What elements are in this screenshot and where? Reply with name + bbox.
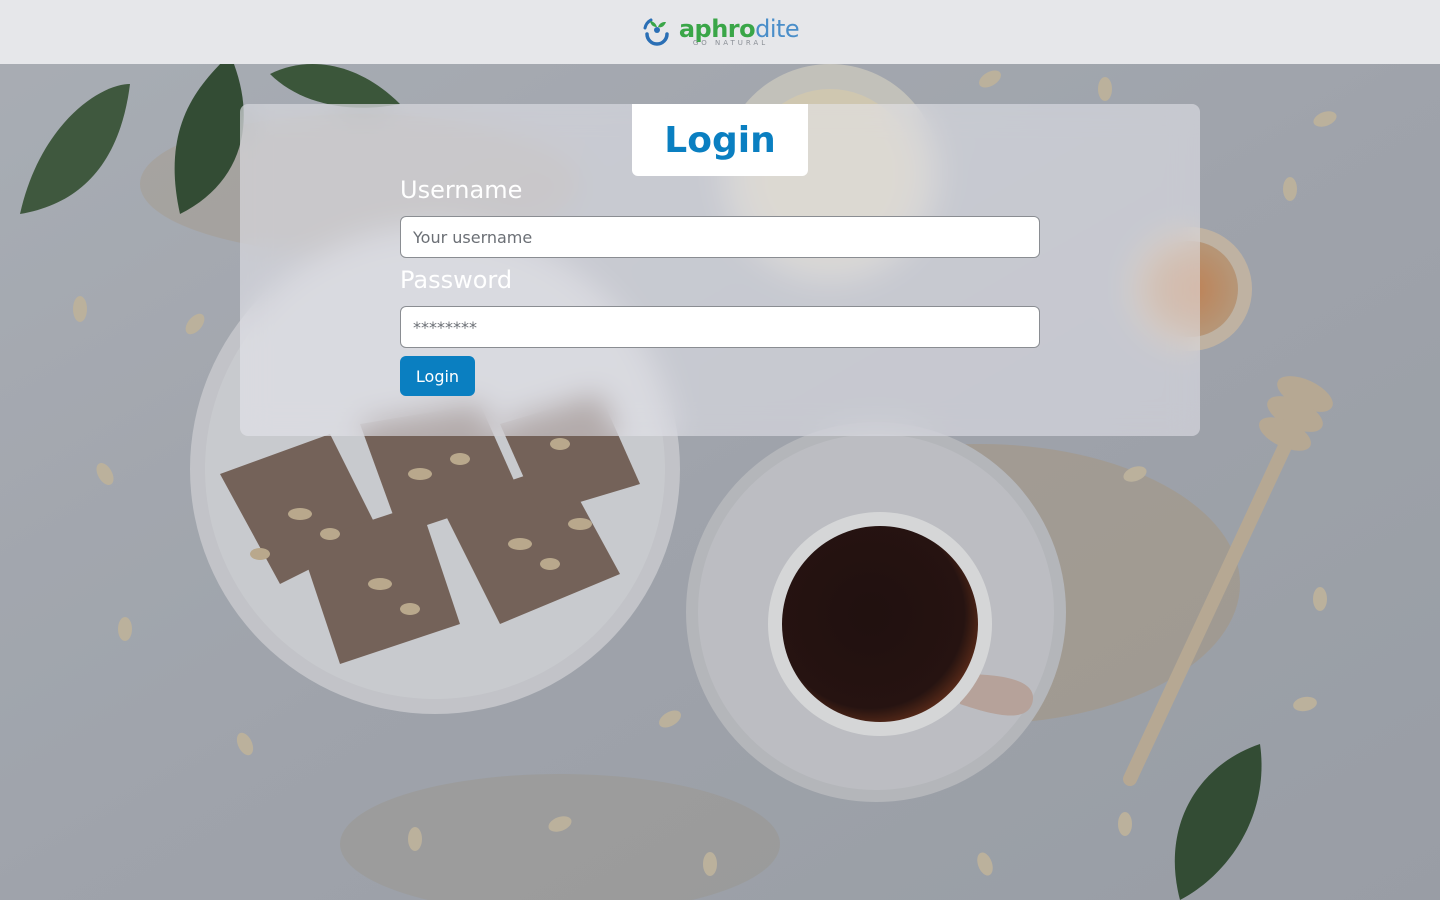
- username-label: Username: [400, 176, 523, 204]
- leaf-hand-logo-icon: [643, 18, 669, 46]
- brand-tagline: GO NATURAL: [692, 39, 769, 47]
- brand-logo[interactable]: aphrodite GO NATURAL: [641, 12, 800, 52]
- login-title-tab: Login: [632, 104, 808, 176]
- username-input[interactable]: [400, 216, 1040, 258]
- password-input[interactable]: [400, 306, 1040, 348]
- top-navbar: aphrodite GO NATURAL: [0, 0, 1440, 64]
- login-button[interactable]: Login: [400, 356, 475, 396]
- password-label: Password: [400, 266, 513, 294]
- brand-wordmark: aphrodite: [679, 17, 800, 41]
- login-title: Login: [664, 119, 776, 161]
